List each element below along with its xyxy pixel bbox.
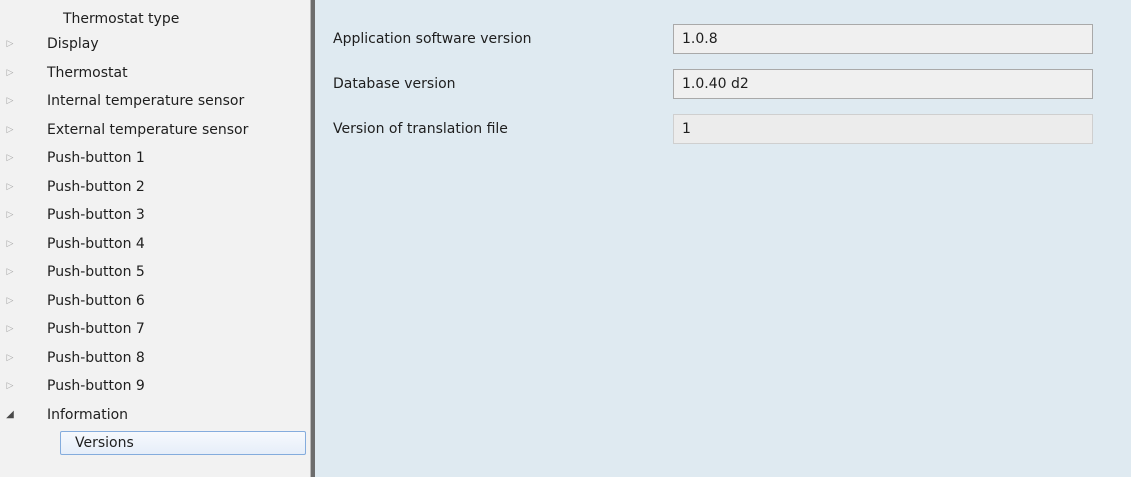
expand-arrow-icon[interactable]: ▷ — [4, 59, 16, 88]
expand-arrow-icon[interactable]: ▷ — [4, 372, 16, 401]
tree-item-push-button-7[interactable]: ▷ Push-button 7 — [0, 315, 310, 344]
collapse-arrow-icon[interactable]: ◢ — [4, 401, 16, 430]
param-row-database-version: Database version 1.0.40 d2 — [333, 69, 1113, 99]
parameter-tree: Thermostat type ▷ Display ▷ Thermostat ▷… — [0, 0, 310, 477]
tree-item-internal-temperature-sensor[interactable]: ▷ Internal temperature sensor — [0, 87, 310, 116]
application-software-version-field[interactable]: 1.0.8 — [673, 24, 1093, 54]
expand-arrow-icon[interactable]: ▷ — [4, 344, 16, 373]
tree-item-label: Push-button 8 — [47, 349, 145, 366]
expand-arrow-icon[interactable]: ▷ — [4, 230, 16, 259]
tree-item-push-button-5[interactable]: ▷ Push-button 5 — [0, 258, 310, 287]
tree-item-thermostat[interactable]: ▷ Thermostat — [0, 59, 310, 88]
tree-item-label: Push-button 1 — [47, 150, 145, 166]
tree-item-label: Push-button 2 — [47, 178, 145, 195]
tree-item-push-button-6[interactable]: ▷ Push-button 6 — [0, 287, 310, 316]
tree-item-thermostat-type[interactable]: Thermostat type — [0, 8, 310, 30]
expand-arrow-icon[interactable]: ▷ — [4, 201, 16, 230]
tree-item-push-button-1[interactable]: ▷ Push-button 1 — [0, 144, 310, 173]
expand-arrow-icon[interactable]: ▷ — [4, 116, 16, 145]
database-version-field[interactable]: 1.0.40 d2 — [673, 69, 1093, 99]
expand-arrow-icon[interactable]: ▷ — [4, 315, 16, 344]
tree-item-label: Thermostat — [47, 64, 128, 81]
tree-item-display[interactable]: ▷ Display — [0, 30, 310, 59]
tree-item-label: Push-button 6 — [47, 292, 145, 309]
expand-arrow-icon[interactable]: ▷ — [4, 173, 16, 202]
translation-file-version-field[interactable]: 1 — [673, 114, 1093, 144]
tree-item-push-button-2[interactable]: ▷ Push-button 2 — [0, 173, 310, 202]
param-label: Database version — [333, 76, 456, 92]
param-row-application-software-version: Application software version 1.0.8 — [333, 24, 1113, 54]
param-label: Application software version — [333, 31, 532, 47]
tree-item-label: Push-button 9 — [47, 378, 145, 394]
tree-item-versions[interactable]: Versions — [0, 429, 310, 458]
expand-arrow-icon[interactable]: ▷ — [4, 144, 16, 173]
tree-item-external-temperature-sensor[interactable]: ▷ External temperature sensor — [0, 116, 310, 145]
tree-item-label: External temperature sensor — [47, 121, 249, 138]
expand-arrow-icon[interactable]: ▷ — [4, 258, 16, 287]
tree-item-push-button-3[interactable]: ▷ Push-button 3 — [0, 201, 310, 230]
tree-item-push-button-4[interactable]: ▷ Push-button 4 — [0, 230, 310, 259]
tree-item-label: Push-button 4 — [47, 235, 145, 252]
tree-item-label: Push-button 3 — [47, 207, 145, 223]
expand-arrow-icon[interactable]: ▷ — [4, 287, 16, 316]
parameter-panel: Application software version 1.0.8 Datab… — [315, 0, 1131, 477]
expand-arrow-icon[interactable]: ▷ — [4, 30, 16, 59]
param-row-translation-file-version: Version of translation file 1 — [333, 114, 1113, 144]
expand-arrow-icon[interactable]: ▷ — [4, 87, 16, 116]
tree-item-push-button-9[interactable]: ▷ Push-button 9 — [0, 372, 310, 401]
parameter-window: Thermostat type ▷ Display ▷ Thermostat ▷… — [0, 0, 1131, 477]
param-label: Version of translation file — [333, 121, 508, 137]
tree-item-label: Thermostat type — [63, 11, 180, 27]
tree-item-label: Versions — [75, 435, 134, 451]
tree-item-label: Push-button 5 — [47, 264, 145, 280]
tree-item-label: Push-button 7 — [47, 321, 145, 337]
tree-item-push-button-8[interactable]: ▷ Push-button 8 — [0, 344, 310, 373]
tree-item-information[interactable]: ◢ Information — [0, 401, 310, 430]
tree-item-label: Internal temperature sensor — [47, 93, 245, 109]
tree-item-label: Display — [47, 36, 99, 52]
tree-item-label: Information — [47, 406, 129, 423]
